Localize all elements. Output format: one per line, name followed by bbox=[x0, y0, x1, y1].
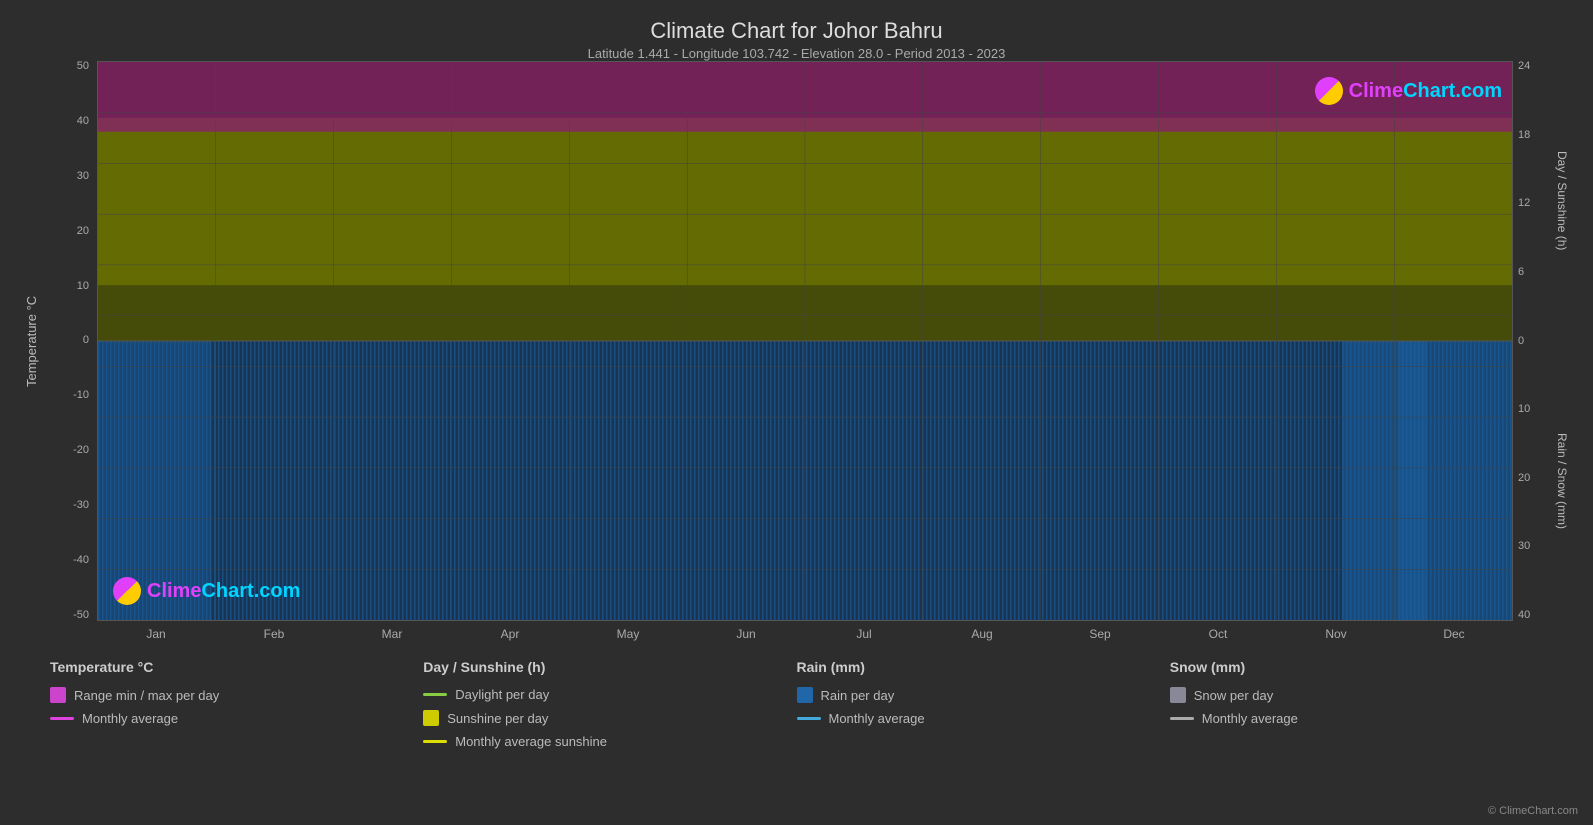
y-tick: 10 bbox=[77, 281, 89, 292]
y-axis-right-label-sunshine: Day / Sunshine (h) bbox=[1555, 151, 1569, 250]
right-label-bottom-wrapper: Rain / Snow (mm) bbox=[1551, 341, 1573, 621]
x-tick-nov: Nov bbox=[1277, 627, 1395, 641]
y-tick: -10 bbox=[73, 390, 89, 401]
y-tick-right: 40 bbox=[1518, 610, 1530, 621]
legend-temperature: Temperature °C Range min / max per day M… bbox=[50, 659, 423, 749]
y-tick-right: 24 bbox=[1518, 61, 1530, 72]
legend-snow-avg: Monthly average bbox=[1170, 711, 1543, 726]
y-axis-left-label: Temperature °C bbox=[24, 61, 39, 621]
right-label-top-wrapper: Day / Sunshine (h) bbox=[1551, 61, 1573, 341]
x-tick-oct: Oct bbox=[1159, 627, 1277, 641]
y-tick: 20 bbox=[77, 226, 89, 237]
y-tick: 0 bbox=[83, 335, 89, 346]
legend-rain-title: Rain (mm) bbox=[797, 659, 1170, 675]
main-title: Climate Chart for Johor Bahru bbox=[20, 18, 1573, 44]
legend-rain-avg: Monthly average bbox=[797, 711, 1170, 726]
legend-sunshine-label: Sunshine per day bbox=[447, 711, 548, 726]
daylight-swatch bbox=[423, 693, 447, 696]
legend-rain-label: Rain per day bbox=[821, 688, 895, 703]
y-tick: -50 bbox=[73, 610, 89, 621]
sunshine-swatch bbox=[423, 710, 439, 726]
x-tick-jul: Jul bbox=[805, 627, 923, 641]
legend-sun-title: Day / Sunshine (h) bbox=[423, 659, 796, 675]
legend-snow-per-day: Snow per day bbox=[1170, 687, 1543, 703]
y-tick-right: 6 bbox=[1518, 267, 1524, 278]
sunshine-avg-swatch bbox=[423, 740, 447, 743]
temp-range-swatch bbox=[50, 687, 66, 703]
legend-sunshine-avg: Monthly average sunshine bbox=[423, 734, 796, 749]
rain-swatch bbox=[797, 687, 813, 703]
copyright: © ClimeChart.com bbox=[1488, 805, 1578, 817]
legend-sunshine-avg-label: Monthly average sunshine bbox=[455, 734, 607, 749]
y-tick-right: 18 bbox=[1518, 130, 1530, 141]
y-axis-left-label-wrapper: Temperature °C bbox=[20, 61, 42, 621]
y-axis-right-label-rain: Rain / Snow (mm) bbox=[1555, 433, 1569, 529]
logo-bottom-left: ClimeChart.com bbox=[113, 577, 300, 605]
legend-temp-range: Range min / max per day bbox=[50, 687, 423, 703]
x-tick-aug: Aug bbox=[923, 627, 1041, 641]
x-tick-may: May bbox=[569, 627, 687, 641]
y-axis-left: 50 40 30 20 10 0 -10 -20 -30 -40 -50 bbox=[42, 61, 97, 621]
x-tick-jun: Jun bbox=[687, 627, 805, 641]
subtitle: Latitude 1.441 - Longitude 103.742 - Ele… bbox=[20, 46, 1573, 61]
chart-wrapper: Temperature °C 50 40 30 20 10 0 -10 -20 … bbox=[20, 61, 1573, 621]
title-section: Climate Chart for Johor Bahru Latitude 1… bbox=[20, 10, 1573, 61]
x-tick-jan: Jan bbox=[97, 627, 215, 641]
logo-text-bottom: ClimeChart.com bbox=[147, 580, 300, 603]
logo-icon bbox=[1315, 77, 1343, 105]
legend-area: Temperature °C Range min / max per day M… bbox=[20, 659, 1573, 749]
legend-daylight-label: Daylight per day bbox=[455, 687, 549, 702]
y-tick: 50 bbox=[77, 61, 89, 72]
x-tick-feb: Feb bbox=[215, 627, 333, 641]
legend-temp-avg: Monthly average bbox=[50, 711, 423, 726]
right-axis-labels: Day / Sunshine (h) Rain / Snow (mm) bbox=[1551, 61, 1573, 621]
logo-text-top: ClimeChart.com bbox=[1349, 80, 1502, 103]
y-tick: -20 bbox=[73, 445, 89, 456]
x-tick-mar: Mar bbox=[333, 627, 451, 641]
y-tick-right: 20 bbox=[1518, 473, 1530, 484]
temp-avg-swatch bbox=[50, 717, 74, 720]
y-tick-right: 0 bbox=[1518, 336, 1524, 347]
logo-top-right: ClimeChart.com bbox=[1315, 77, 1502, 105]
rain-avg-swatch bbox=[797, 717, 821, 720]
logo-icon-bottom bbox=[113, 577, 141, 605]
y-tick-right: 10 bbox=[1518, 404, 1530, 415]
x-axis: Jan Feb Mar Apr May Jun Jul Aug Sep Oct … bbox=[97, 621, 1513, 641]
legend-temp-title: Temperature °C bbox=[50, 659, 423, 675]
legend-snow-label: Snow per day bbox=[1194, 688, 1274, 703]
legend-snow-avg-label: Monthly average bbox=[1202, 711, 1298, 726]
snow-avg-swatch bbox=[1170, 717, 1194, 720]
plot-area: ClimeChart.com ClimeChart.com bbox=[97, 61, 1513, 621]
legend-daylight: Daylight per day bbox=[423, 687, 796, 702]
legend-snow-title: Snow (mm) bbox=[1170, 659, 1543, 675]
y-tick: -30 bbox=[73, 500, 89, 511]
legend-temp-avg-label: Monthly average bbox=[82, 711, 178, 726]
y-axis-right-top: 24 18 12 6 0 10 20 30 40 bbox=[1513, 61, 1551, 621]
y-tick: 40 bbox=[77, 116, 89, 127]
snow-swatch bbox=[1170, 687, 1186, 703]
y-tick-right: 30 bbox=[1518, 541, 1530, 552]
y-tick: 30 bbox=[77, 171, 89, 182]
legend-sunshine: Day / Sunshine (h) Daylight per day Suns… bbox=[423, 659, 796, 749]
legend-rain-avg-label: Monthly average bbox=[829, 711, 925, 726]
y-tick-right: 12 bbox=[1518, 198, 1530, 209]
legend-rain-per-day: Rain per day bbox=[797, 687, 1170, 703]
y-tick: -40 bbox=[73, 555, 89, 566]
x-tick-dec: Dec bbox=[1395, 627, 1513, 641]
x-tick-apr: Apr bbox=[451, 627, 569, 641]
grid-svg bbox=[98, 62, 1512, 620]
chart-container: Climate Chart for Johor Bahru Latitude 1… bbox=[0, 0, 1593, 825]
x-tick-sep: Sep bbox=[1041, 627, 1159, 641]
legend-rain: Rain (mm) Rain per day Monthly average bbox=[797, 659, 1170, 749]
legend-sunshine-per-day: Sunshine per day bbox=[423, 710, 796, 726]
legend-temp-range-label: Range min / max per day bbox=[74, 688, 219, 703]
legend-snow: Snow (mm) Snow per day Monthly average bbox=[1170, 659, 1543, 749]
